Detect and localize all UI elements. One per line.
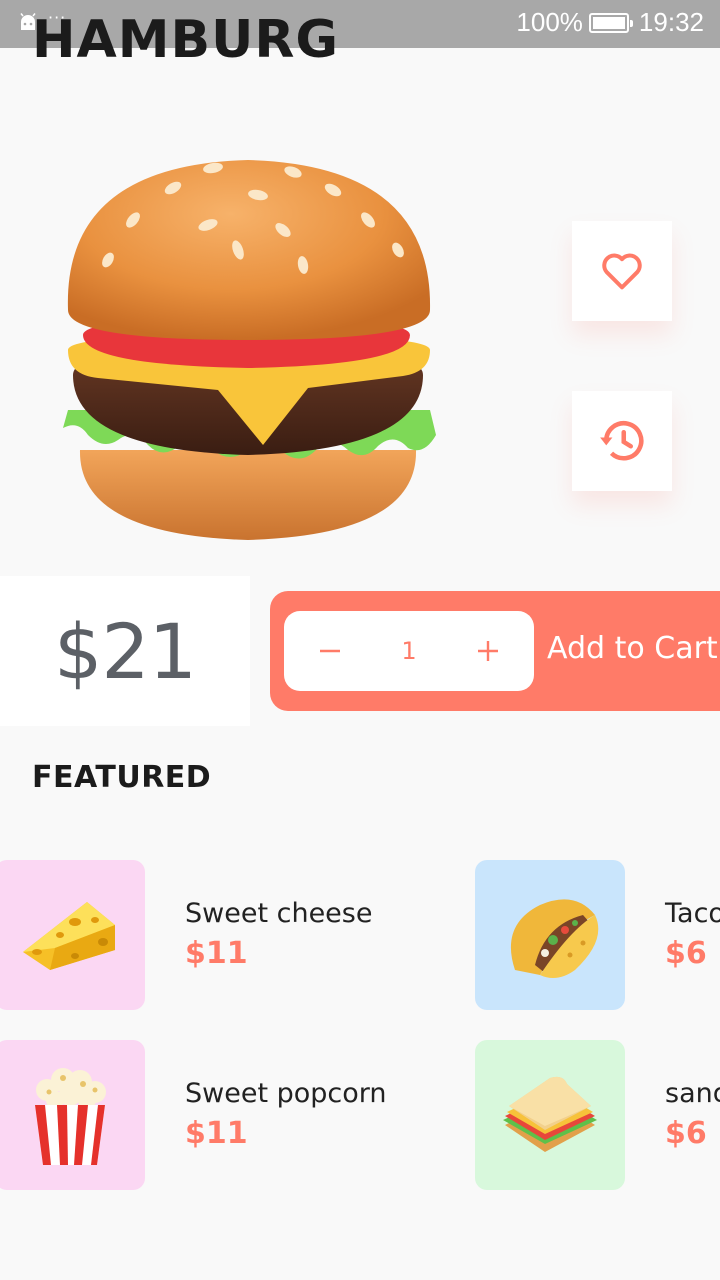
quantity-stepper: 1	[284, 611, 534, 691]
price-card: $21	[0, 576, 250, 726]
item-name: Sweet cheese	[185, 898, 373, 929]
featured-item[interactable]: Sweet popcorn $11	[0, 1040, 395, 1190]
hamburger-icon	[63, 160, 436, 540]
item-price: $11	[185, 936, 248, 971]
product-detail-screen: ··· 100% 19:32 HAMBURG $21 1 Add to Cart…	[0, 0, 720, 1280]
page-title: HAMBURG	[32, 10, 340, 70]
item-price: $6	[665, 936, 707, 971]
quantity-value: 1	[401, 637, 417, 665]
popcorn-icon	[35, 1068, 106, 1165]
minus-icon	[319, 649, 340, 653]
sandwich-icon	[503, 1076, 597, 1152]
cheese-icon	[23, 902, 115, 970]
taco-icon	[510, 899, 599, 979]
item-price: $11	[185, 1116, 248, 1151]
item-name: Tacos	[665, 898, 720, 929]
decrement-button[interactable]	[310, 631, 350, 671]
item-thumbnail	[0, 860, 145, 1010]
item-name: sandwich	[665, 1078, 720, 1109]
battery-percent: 100%	[516, 7, 583, 37]
history-button[interactable]	[572, 391, 672, 491]
add-to-cart-button[interactable]: Add to Cart	[547, 631, 718, 666]
item-name: Sweet popcorn	[185, 1078, 387, 1109]
heart-icon	[602, 253, 642, 290]
featured-heading: FEATURED	[32, 760, 212, 795]
add-to-cart-bar: 1 Add to Cart	[270, 591, 720, 711]
increment-button[interactable]	[468, 631, 508, 671]
battery-icon	[588, 12, 633, 33]
favorite-button[interactable]	[572, 221, 672, 321]
item-thumbnail	[475, 1040, 625, 1190]
featured-item[interactable]: sandwich $6	[475, 1040, 720, 1190]
item-thumbnail	[0, 1040, 145, 1190]
featured-item[interactable]: Sweet cheese $11	[0, 860, 395, 1010]
history-icon	[600, 420, 644, 461]
clock: 19:32	[638, 7, 704, 37]
featured-item[interactable]: Tacos $6	[475, 860, 720, 1010]
item-thumbnail	[475, 860, 625, 1010]
item-price: $6	[665, 1116, 707, 1151]
product-price: $21	[53, 606, 197, 696]
plus-icon	[478, 641, 499, 661]
